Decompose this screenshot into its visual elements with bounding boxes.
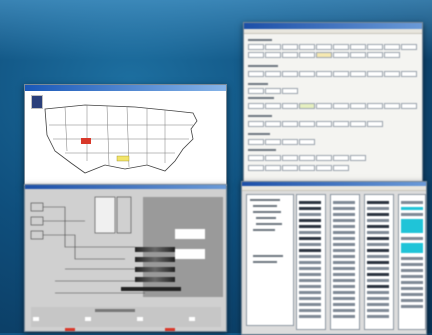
us-map	[44, 104, 198, 174]
menu-bar	[244, 29, 422, 34]
tree-view	[246, 194, 294, 326]
selected-state-yellow	[116, 155, 130, 162]
list-columns-window	[241, 181, 427, 335]
selected-state-red	[81, 138, 91, 144]
toolbar	[242, 186, 426, 191]
us-map-window	[24, 84, 227, 186]
list-column-highlighted	[398, 194, 426, 330]
block-diagram	[25, 189, 226, 331]
form-fields	[246, 35, 418, 180]
block-diagram-window	[24, 184, 227, 332]
form-window	[243, 22, 423, 184]
status-marker	[65, 328, 75, 331]
status-marker	[165, 328, 175, 331]
list-column	[364, 194, 394, 330]
list-column	[330, 194, 360, 330]
list-column	[296, 194, 326, 330]
